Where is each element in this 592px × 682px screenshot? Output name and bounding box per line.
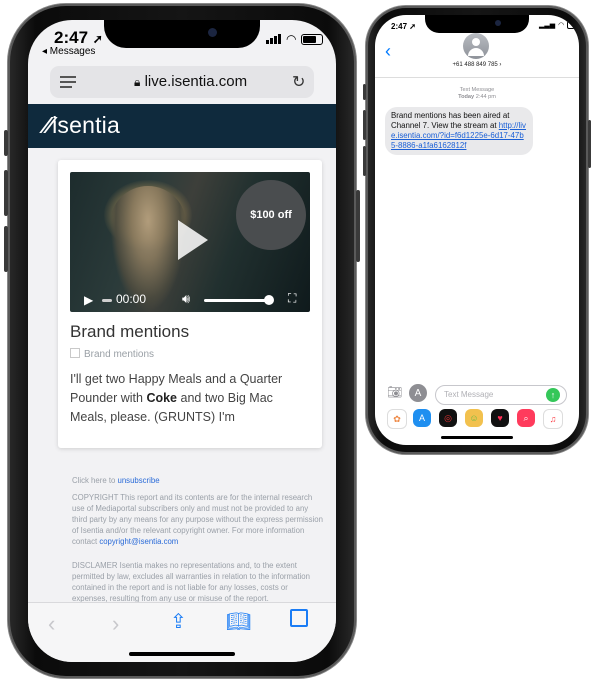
unsubscribe-link[interactable]: unsubscribe xyxy=(118,476,160,485)
app-store-icon[interactable]: A xyxy=(409,384,427,402)
volume-slider-thumb[interactable] xyxy=(264,295,274,305)
status-icons-right: ▂▃▅ ◠ xyxy=(539,21,579,29)
unsubscribe-line: Click here to unsubscribe xyxy=(72,476,160,485)
brand-highlight: Coke xyxy=(146,391,178,405)
timecode: 00:00 xyxy=(116,292,147,306)
battery-icon xyxy=(301,33,324,45)
wifi-icon: ◠ xyxy=(558,22,565,29)
volume-icon[interactable]: 🔊︎ xyxy=(182,291,190,307)
app-store-drawer-icon[interactable]: A xyxy=(413,409,431,427)
music-app-icon[interactable]: ♫ xyxy=(543,409,563,429)
front-camera xyxy=(208,28,217,37)
bookmarks-icon[interactable]: 📖︎ xyxy=(226,609,251,634)
home-indicator[interactable] xyxy=(129,652,235,656)
play-button-icon[interactable]: ▶ xyxy=(84,293,93,307)
isentia-mark-icon: ⁄⁄ xyxy=(44,112,53,138)
images-search-icon[interactable]: ⌕ xyxy=(517,409,535,427)
header-divider xyxy=(375,77,579,78)
copyright-email-link[interactable]: copyright@isentia.com xyxy=(99,537,178,546)
contact-avatar[interactable] xyxy=(463,33,489,59)
play-overlay-icon[interactable] xyxy=(178,220,208,260)
mention-transcript: I'll get two Happy Meals and a Quarter P… xyxy=(70,372,283,424)
wifi-icon: ◠ xyxy=(286,32,297,46)
category-checkbox-icon xyxy=(70,348,80,358)
fullscreen-icon[interactable]: ⛶ xyxy=(288,291,296,306)
animoji-icon[interactable]: ☺ xyxy=(465,409,483,427)
price-badge: $100 off xyxy=(236,180,306,250)
front-camera-right xyxy=(495,20,501,26)
forward-chevron-icon[interactable]: › xyxy=(112,611,119,637)
message-input[interactable]: Text Message ↑ xyxy=(435,385,567,405)
notch-right xyxy=(425,15,529,33)
status-time: 2:47 ➚ xyxy=(54,28,103,47)
cellular-signal-icon: ▂▃▅ xyxy=(539,22,556,29)
reload-icon[interactable]: ↻ xyxy=(292,72,305,92)
safari-screen: 2:47 ➚ ◂ Messages ◠ 🔒︎ live.isentia.com … xyxy=(28,20,336,662)
lock-icon: 🔒︎ xyxy=(134,75,141,89)
mention-category: Brand mentions xyxy=(70,348,154,360)
person-icon xyxy=(472,38,480,46)
home-indicator-right[interactable] xyxy=(441,436,513,439)
volume-down-button xyxy=(4,226,8,272)
power-button-right xyxy=(588,120,591,168)
video-scrubber[interactable] xyxy=(102,299,112,302)
volume-slider[interactable] xyxy=(204,299,266,302)
mute-switch xyxy=(4,130,8,156)
message-input-placeholder: Text Message xyxy=(444,390,494,399)
video-player[interactable]: $100 off ▶ 00:00 🔊︎ ⛶ xyxy=(70,172,310,312)
tabs-icon[interactable] xyxy=(290,609,308,627)
send-arrow-icon[interactable]: ↑ xyxy=(546,388,560,402)
status-icons: ◠ xyxy=(266,32,324,46)
back-chevron-icon[interactable]: ‹ xyxy=(48,611,55,637)
activity-app-icon[interactable]: ◎ xyxy=(439,409,457,427)
back-to-messages-link[interactable]: ◂ Messages xyxy=(42,46,95,57)
mention-title: Brand mentions xyxy=(70,322,190,341)
cellular-signal-icon xyxy=(266,34,281,44)
photos-app-icon[interactable]: ✿ xyxy=(387,409,407,429)
volume-up-button xyxy=(4,170,8,216)
notch xyxy=(104,20,260,48)
back-chevron-icon[interactable]: ‹ xyxy=(385,41,391,62)
url-display[interactable]: 🔒︎ live.isentia.com xyxy=(134,73,247,90)
thread-timestamp: Text Message Today 2:44 pm xyxy=(458,87,496,100)
camera-icon[interactable]: 📷︎ xyxy=(387,385,402,399)
contact-number[interactable]: +61 488 849 785 › xyxy=(421,62,533,68)
isentia-logo[interactable]: ⁄⁄isentia xyxy=(44,112,120,139)
address-bar[interactable]: 🔒︎ live.isentia.com ↻ xyxy=(50,66,314,98)
volume-up-button-right xyxy=(363,110,366,140)
volume-down-button-right xyxy=(363,146,366,176)
share-icon[interactable]: ⇪ xyxy=(170,609,187,634)
reader-view-icon[interactable] xyxy=(60,76,76,88)
copyright-notice: COPYRIGHT This report and its contents a… xyxy=(72,493,323,546)
video-controls: ▶ 00:00 🔊︎ ⛶ xyxy=(70,288,310,312)
disclaimer-notice: DISCLAMER Isentia makes no representatio… xyxy=(72,561,310,603)
battery-icon xyxy=(567,21,579,29)
power-button xyxy=(356,190,360,262)
mute-switch-right xyxy=(363,84,366,100)
status-time-right: 2:47 ➚ xyxy=(391,22,416,31)
message-bubble[interactable]: Brand mentions has been aired at Channel… xyxy=(385,107,533,155)
messages-screen: 2:47 ➚ ▂▃▅ ◠ ‹ +61 488 849 785 › Text Me… xyxy=(375,15,579,445)
digital-touch-icon[interactable]: ♥ xyxy=(491,409,509,427)
